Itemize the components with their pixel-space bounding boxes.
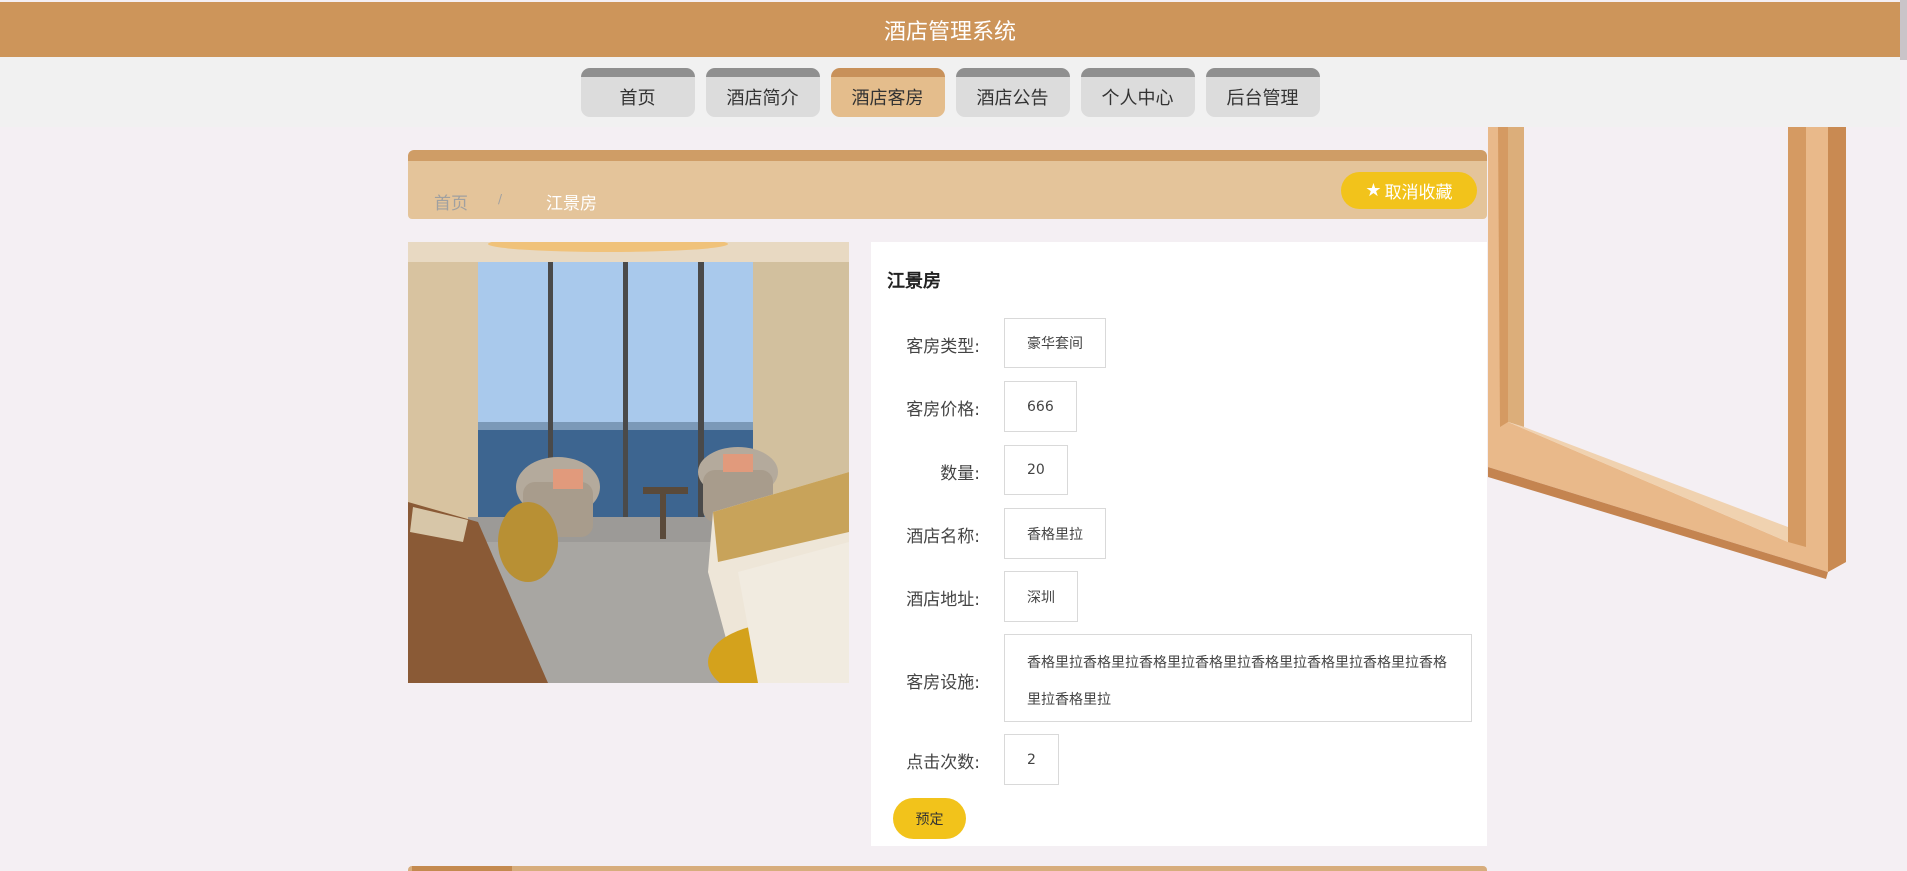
nav-item-hotel-intro[interactable]: 酒店简介 (705, 68, 820, 117)
field-value: 香格里拉 (1004, 508, 1106, 559)
footer-strip (408, 866, 1487, 871)
field-label: 客房类型: (906, 337, 980, 357)
nav-item-hotel-notices[interactable]: 酒店公告 (955, 68, 1070, 117)
footer-strip-accent (412, 866, 512, 871)
field-label: 酒店地址: (906, 590, 980, 610)
page-scrollbar[interactable] (1900, 0, 1907, 871)
breadcrumb-home-link[interactable]: 首页 (434, 189, 468, 214)
scrollbar-thumb[interactable] (1900, 0, 1907, 60)
field-label: 点击次数: (906, 753, 980, 773)
field-value: 20 (1004, 445, 1068, 495)
breadcrumb-current: 江景房 (546, 194, 597, 214)
room-detail-panel: 江景房 客房类型: 豪华套间 客房价格: 666 数量: 20 酒店名称: 香格… (871, 242, 1487, 846)
room-title: 江景房 (887, 271, 941, 292)
nav-item-hotel-rooms[interactable]: 酒店客房 (830, 68, 945, 117)
main-nav: 首页 酒店简介 酒店客房 酒店公告 个人中心 后台管理 (0, 57, 1900, 127)
field-label: 客房设施: (906, 673, 980, 693)
room-photo (408, 242, 849, 683)
star-icon: ★ (1365, 180, 1382, 201)
field-value: 深圳 (1004, 571, 1078, 622)
field-value: 豪华套间 (1004, 318, 1106, 368)
decorative-frame (1488, 127, 1846, 579)
field-label: 数量: (940, 464, 980, 484)
nav-item-home[interactable]: 首页 (580, 68, 695, 117)
nav-item-admin[interactable]: 后台管理 (1205, 68, 1320, 117)
field-value: 666 (1004, 381, 1077, 432)
unfavorite-label: 取消收藏 (1384, 183, 1453, 203)
breadcrumb-bar: 首页 / 江景房 ★ 取消收藏 (408, 150, 1487, 219)
book-button[interactable]: 预定 (893, 798, 966, 839)
field-label: 客房价格: (906, 400, 980, 420)
field-label: 酒店名称: (906, 527, 980, 547)
app-title: 酒店管理系统 (883, 19, 1016, 45)
unfavorite-button[interactable]: ★ 取消收藏 (1341, 172, 1477, 209)
breadcrumb-separator: / (498, 192, 503, 206)
field-value: 香格里拉香格里拉香格里拉香格里拉香格里拉香格里拉香格里拉香格里拉香格里拉 (1004, 634, 1472, 722)
app-header: 酒店管理系统 (0, 2, 1900, 57)
field-value: 2 (1004, 734, 1059, 785)
nav-item-user-center[interactable]: 个人中心 (1080, 68, 1195, 117)
